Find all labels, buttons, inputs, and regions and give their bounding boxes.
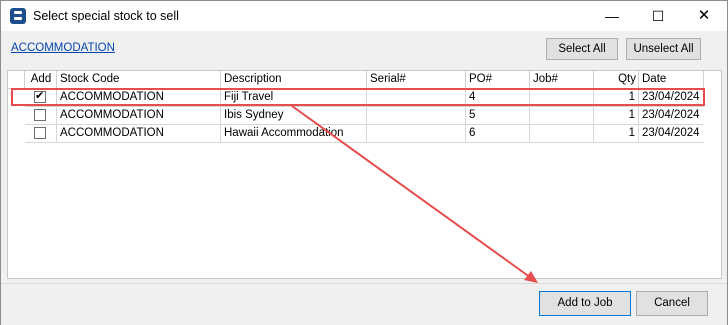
annotation-arrow-head [524,271,538,283]
annotation-arrow-line [291,105,535,281]
annotation-arrow [291,105,538,283]
